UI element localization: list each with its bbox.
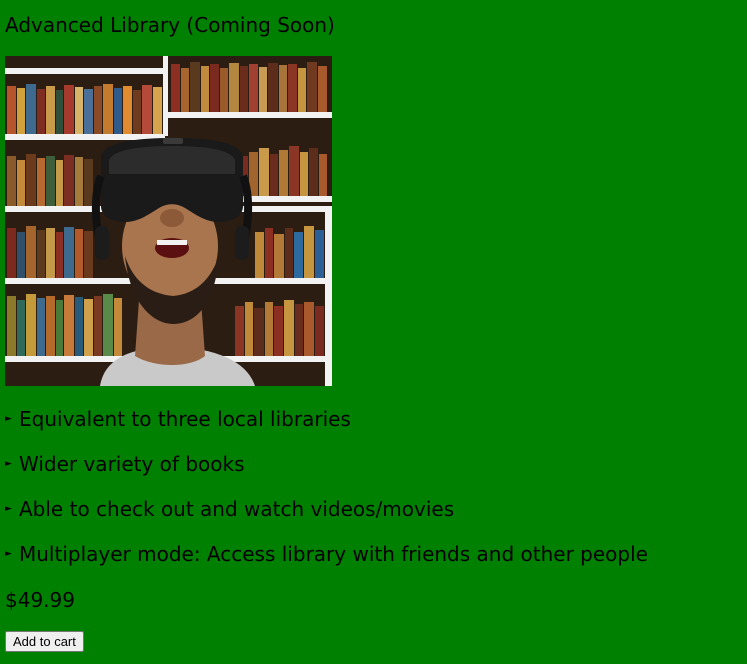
triangle-right-icon: ► xyxy=(5,549,12,559)
feature-text: Multiplayer mode: Access library with fr… xyxy=(19,542,648,566)
feature-item: ► Able to check out and watch videos/mov… xyxy=(5,495,648,540)
product-title: Advanced Library (Coming Soon) xyxy=(5,13,335,37)
feature-item: ► Wider variety of books xyxy=(5,450,648,495)
feature-item: ► Multiplayer mode: Access library with … xyxy=(5,540,648,585)
triangle-right-icon: ► xyxy=(5,504,12,514)
feature-text: Able to check out and watch videos/movie… xyxy=(19,497,455,521)
triangle-right-icon: ► xyxy=(5,414,12,424)
feature-list: ► Equivalent to three local libraries ► … xyxy=(5,405,648,585)
product-price: $49.99 xyxy=(5,588,75,612)
feature-text: Wider variety of books xyxy=(19,452,245,476)
add-to-cart-button[interactable]: Add to cart xyxy=(5,631,84,652)
product-image xyxy=(5,56,332,386)
triangle-right-icon: ► xyxy=(5,459,12,469)
vr-library-illustration xyxy=(5,56,332,386)
feature-item: ► Equivalent to three local libraries xyxy=(5,405,648,450)
feature-text: Equivalent to three local libraries xyxy=(19,407,351,431)
